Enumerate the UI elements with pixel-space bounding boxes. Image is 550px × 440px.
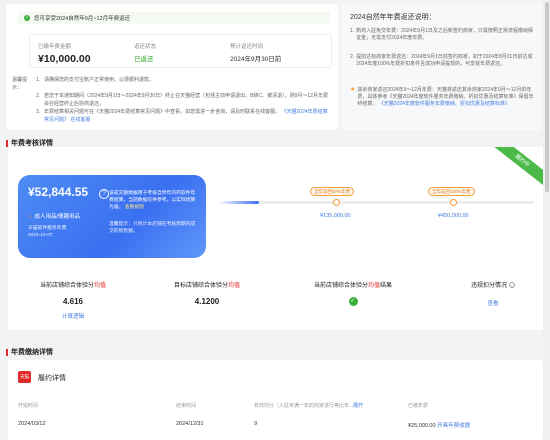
- refund-notice: ✓ 您可享受2024自然年9月~12月年费返还: [18, 12, 330, 24]
- expand-link[interactable]: 展开: [353, 403, 363, 409]
- refund-summary-card: ✓ 您可享受2024自然年9月~12月年费返还 已缴年费金额 ¥10,000.0…: [6, 4, 338, 130]
- target-score-value: 4.1200: [194, 297, 220, 306]
- card-meta: 天猫软件服务年费 2024-10-07: [28, 225, 66, 239]
- card-hint: 温馨提示：只统计本店铺在考核周期内成交的销售额。: [109, 222, 196, 234]
- col-duration: 有效均分（入驻未满一年的商家进行等比年...展开: [254, 403, 364, 409]
- col-end: 结束时间: [176, 403, 197, 409]
- row-end: 2024/12/31: [176, 421, 204, 427]
- explanation-title: 2024自然年年费返还说明：: [350, 14, 436, 21]
- metric-violations: 违规扣分情况 i 查看: [428, 280, 544, 307]
- question-icon[interactable]: ?: [99, 189, 109, 199]
- view-violations-link[interactable]: 查看: [428, 299, 544, 307]
- refund-notice-text: 您可享受2024自然年9月~12月年费返还: [34, 16, 131, 22]
- progress-track: [218, 201, 534, 204]
- sales-amount-card: ¥52,844.55 ? ♨ 成人用品/情趣用品 天猫软件服务年费 2024-1…: [18, 175, 206, 258]
- fee-section-title: 年费缴纳详情: [6, 347, 53, 357]
- expected-time-label: 预计返还时间: [230, 44, 264, 50]
- milestone-2-label: 全年返回100%年费: [428, 187, 475, 196]
- fee-detail-title: 履约详情: [38, 375, 66, 382]
- refund-status-label: 返还状态: [134, 44, 157, 50]
- online-service-link[interactable]: 在线客服: [70, 117, 90, 123]
- metric-current-score: 当前店铺综合体验分均值 4.616 计算逻辑: [8, 280, 138, 320]
- category-label: ♨ 成人用品/情趣用品: [28, 214, 80, 220]
- explanation-note-3: ★ 其余商家返还2024年9～12月年费：天猫将返还其余商家2024年9月～12月…: [350, 87, 534, 107]
- fee-paid-value: ¥10,000.00: [38, 53, 91, 65]
- current-score-value: 4.616: [62, 297, 84, 306]
- rules-link[interactable]: 《天猫2024年度软件服务年费缴纳、折扣优惠及结算标准》: [379, 101, 510, 107]
- refund-explanation-panel: 2024自然年年费返还说明： 1. 新商入驻免交年费：2024年9月1日及之后新签…: [342, 4, 542, 130]
- explanation-note-1: 1. 新商入驻免交年费：2024年9月1日及之后新签约商家，只需按照正常流程缴纳保…: [350, 28, 533, 41]
- star-icon: ★: [350, 87, 356, 93]
- explanation-note-2: 2. 提前达标商家年费返还：2024年9月1日前签约商家，如于2024年8月31日…: [350, 54, 533, 67]
- metric-target-score: 目标店铺综合体验分均值 4.1200: [142, 280, 272, 306]
- check-circle-icon: ✓: [348, 297, 358, 306]
- status-ribbon: 履约中: [486, 147, 544, 191]
- milestone-1-label: 全年返回50%年费: [310, 187, 355, 196]
- row-duration: 9: [254, 421, 258, 427]
- expected-time-value: 2024年9月30日前: [230, 56, 282, 63]
- fee-detail-card: 天猫 履约详情 开始时间 结束时间 有效均分（入驻未满一年的商家进行等比年...…: [8, 360, 544, 440]
- card-meta-line2: 2024-10-07: [28, 233, 53, 238]
- metric-score-result: 当前店铺综合体验分均值结果 ✓: [313, 283, 393, 306]
- assessment-card: 履约中 ¥52,844.55 ? ♨ 成人用品/情趣用品 天猫软件服务年费 20…: [8, 147, 544, 330]
- page-scrollbar[interactable]: [543, 0, 550, 440]
- scrollbar-thumb[interactable]: [545, 2, 549, 192]
- milestone-2-value: ¥450,000.00: [438, 213, 469, 219]
- tips-label: 温馨提示：: [12, 77, 28, 91]
- card-tip: 该成交额数据用于考核自然年内的软件年费结算，当前数据仅供参考，以实际结算为准。 …: [109, 191, 196, 210]
- milestone-1-value: ¥135,000.00: [320, 213, 351, 219]
- refund-status-value: 已返还: [134, 56, 154, 63]
- milestone-2-dot: [450, 199, 457, 206]
- tip-1: 请确保您的支付宝账户正常使用，以便顺利退款。: [44, 77, 155, 83]
- refund-status-block: 返还状态 已返还: [134, 42, 156, 63]
- receipt-link[interactable]: 开具年费收据: [437, 423, 470, 429]
- view-rules-link[interactable]: 查看规则: [125, 205, 144, 210]
- info-icon[interactable]: i: [509, 282, 515, 288]
- card-meta-line1: 天猫软件服务年费: [28, 226, 67, 231]
- col-paid: 已缴年费: [408, 403, 429, 409]
- fee-paid-block: 已缴年费金额 ¥10,000.00: [38, 42, 91, 65]
- check-icon: ✓: [24, 15, 30, 21]
- tips: 温馨提示： 1. 请确保您的支付宝账户正常使用，以便顺利退款。 2. 若您于本通知期间…: [12, 76, 332, 124]
- expected-time-block: 预计返还时间 2024年9月30日前: [230, 42, 281, 63]
- tmall-logo-icon: 天猫: [18, 371, 31, 383]
- sales-amount: ¥52,844.55: [28, 185, 89, 199]
- row-paid: ¥25,000.00 开具年费收据: [408, 423, 471, 429]
- calc-logic-link[interactable]: 计算逻辑: [8, 312, 138, 320]
- flame-icon: ♨: [28, 214, 33, 220]
- col-start: 开始时间: [18, 403, 39, 409]
- row-start: 2024/03/12: [18, 421, 46, 427]
- progress-fill: [218, 201, 260, 204]
- fee-paid-label: 已缴年费金额: [38, 44, 72, 50]
- milestone-1-dot: [333, 199, 340, 206]
- tip-3: 年费结算相关问题可在《天猫2024年费结算常见问题》中查看，如您需进一步咨询，请…: [44, 109, 328, 123]
- refund-summary-box: 已缴年费金额 ¥10,000.00 返还状态 已返还 预计返还时间 2024年9…: [29, 34, 332, 68]
- tip-2: 若您于本通知期间（2024年9月1日～2024年9月30日）终止在天猫经营（包括…: [44, 93, 328, 107]
